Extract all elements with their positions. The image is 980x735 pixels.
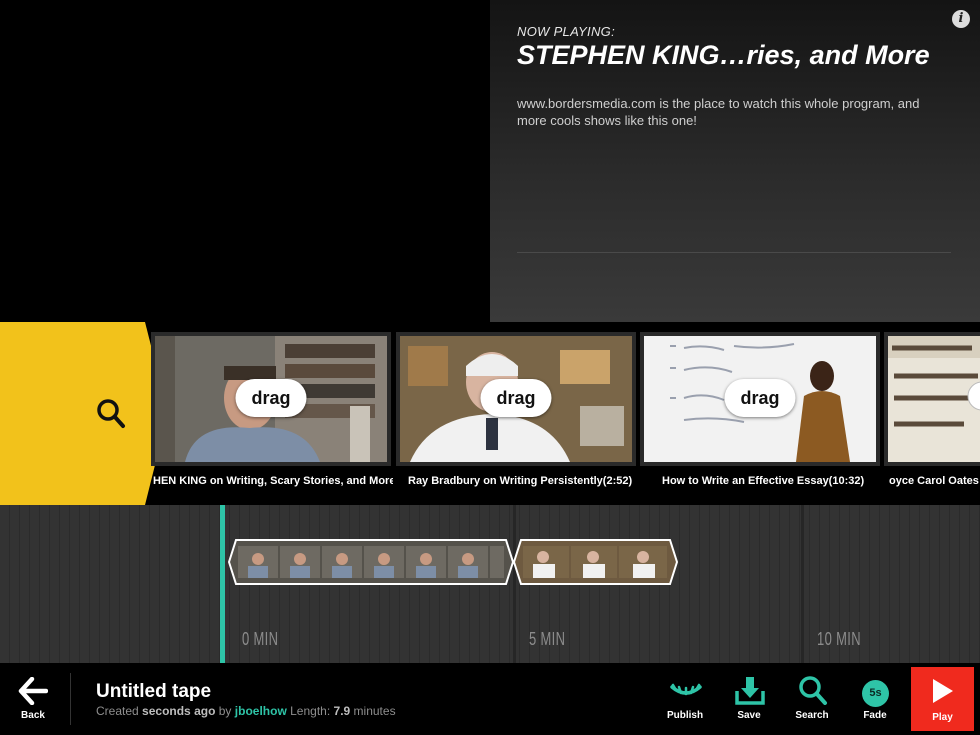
playhead[interactable] [220, 505, 225, 663]
tape-title[interactable]: Untitled tape [96, 681, 211, 703]
search-result-clip[interactable]: drag How to Write an Effective Essay(10:… [640, 332, 880, 492]
clip-title: HEN KING on Writing, Scary Stories, and … [153, 475, 393, 487]
drag-handle[interactable]: drag [480, 379, 552, 417]
timeline-clip[interactable] [228, 539, 514, 585]
search-result-clip[interactable]: drag Ray Bradbury on Writing Persistentl… [396, 332, 636, 492]
now-playing-description: www.bordersmedia.com is the place to wat… [517, 96, 920, 128]
now-playing-panel: NOW PLAYING: STEPHEN KING…ries, and More… [490, 0, 980, 322]
clip-title: Ray Bradbury on Writing Persistently(2:5… [408, 475, 633, 487]
by-label: by [218, 704, 232, 718]
now-playing-title: STEPHEN KING…ries, and More [517, 40, 930, 70]
search-results-strip: drag HEN KING on Writing, Scary Stories,… [0, 322, 980, 505]
timeline-label: 0 MIN [242, 629, 279, 649]
clip-thumbnail [884, 332, 980, 466]
drag-handle[interactable]: drag [235, 379, 307, 417]
save-label: Save [737, 710, 761, 721]
download-icon [735, 677, 765, 705]
publish-button[interactable]: Publish [655, 663, 715, 735]
length-value: 7.9 [333, 704, 351, 718]
timeline-label: 5 MIN [529, 629, 566, 649]
app-root: NOW PLAYING: STEPHEN KING…ries, and More… [0, 0, 980, 735]
back-label: Back [21, 710, 45, 721]
search-result-clip[interactable]: drag HEN KING on Writing, Scary Stories,… [151, 332, 393, 492]
eyelashes-icon [670, 683, 702, 696]
search-tab[interactable] [0, 322, 168, 505]
fade-label: Fade [863, 710, 887, 721]
play-button[interactable]: Play [911, 667, 974, 731]
search-button[interactable]: Search [782, 663, 842, 735]
now-playing-label: NOW PLAYING: [517, 24, 615, 39]
clip-title: How to Write an Effective Essay(10:32) [662, 475, 865, 487]
fade-button[interactable]: 5s Fade [845, 663, 905, 735]
back-arrow-icon [18, 677, 48, 705]
clip-title: oyce Carol Oates - [889, 475, 980, 487]
play-icon [933, 679, 953, 703]
info-icon[interactable]: i [952, 10, 970, 28]
tape-meta: Created seconds ago by jboelhow Length: … [96, 704, 396, 718]
bottom-toolbar: Back Untitled tape Created seconds ago b… [0, 663, 980, 735]
created-prefix: Created [96, 704, 139, 718]
publish-label: Publish [666, 710, 704, 721]
created-when: seconds ago [142, 704, 216, 718]
timeline-label: 10 MIN [817, 629, 861, 649]
author-link[interactable]: jboelhow [235, 704, 287, 718]
timeline[interactable]: 0 MIN 5 MIN 10 MIN [0, 505, 980, 663]
panel-divider [517, 252, 951, 253]
search-icon [799, 676, 827, 705]
timeline-marker [801, 505, 804, 663]
play-label: Play [932, 712, 953, 723]
length-label: Length: [290, 704, 331, 718]
drag-handle[interactable]: drag [724, 379, 796, 417]
back-button[interactable]: Back [0, 663, 70, 735]
length-unit: minutes [353, 704, 396, 718]
video-player[interactable] [0, 0, 490, 322]
search-result-clip[interactable]: oyce Carol Oates - [884, 332, 980, 492]
timeline-clip[interactable] [513, 539, 678, 585]
search-tab-shape [0, 322, 168, 505]
save-button[interactable]: Save [719, 663, 779, 735]
toolbar-divider [70, 673, 71, 725]
fade-duration-badge: 5s [862, 680, 889, 707]
search-label: Search [795, 710, 829, 721]
